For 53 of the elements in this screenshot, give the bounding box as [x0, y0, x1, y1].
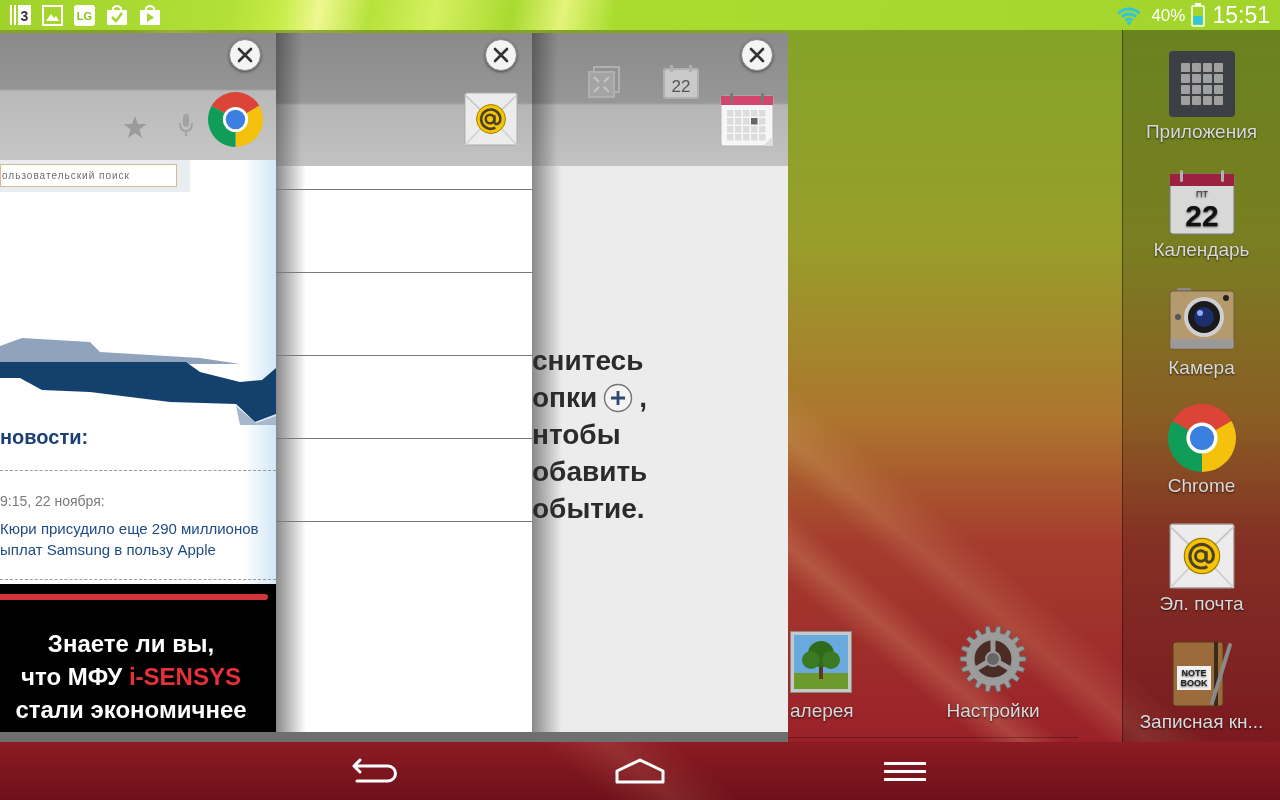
close-icon	[493, 47, 509, 63]
app-badge-icon: LG	[74, 4, 95, 26]
app-card[interactable]: ользовательский поиск новости: 9:15, 22 ноября: Кюри присудило еще 290 миллионов ыплат Samsung в пользу Apple Знаете ли вы, что МФУ i-SENSYS стали экономичнее	[0, 33, 276, 742]
ad-text: Знаете ли вы, что МФУ i-SENSYS стали экономичнее	[14, 629, 248, 725]
chrome-icon	[1167, 404, 1236, 472]
envelope-icon	[1168, 523, 1235, 589]
app-shortcut[interactable]: Эл. почта	[1124, 522, 1279, 616]
plus-circle-icon	[603, 382, 634, 413]
hint-text: обавить	[532, 455, 648, 489]
status-time: 15:51	[1212, 3, 1270, 27]
app-shortcut[interactable]: Настройки	[933, 625, 1053, 723]
picture-icon	[42, 4, 63, 26]
news-headline[interactable]: Кюри присудило еще 290 миллионов ыплат Samsung в пользу Apple	[0, 518, 276, 560]
calendar-date-icon: 22	[663, 65, 699, 99]
news-heading: новости:	[0, 425, 90, 450]
microphone-icon	[179, 113, 193, 137]
house-icon	[614, 758, 666, 784]
play-bag-icon	[139, 4, 161, 26]
collapse-icon	[587, 65, 621, 99]
close-button[interactable]	[229, 39, 261, 71]
chrome-icon	[208, 92, 263, 147]
camera-icon	[1168, 287, 1235, 353]
calendar-icon	[719, 92, 775, 148]
app-shortcut[interactable]: Камера	[1124, 286, 1279, 380]
app-shortcut[interactable]: NOTE BOOK Записная кн...	[1124, 640, 1279, 734]
ad-banner[interactable]: Знаете ли вы, что МФУ i-SENSYS стали экономичнее	[0, 584, 276, 732]
star-icon	[123, 115, 147, 139]
battery-icon	[1191, 3, 1206, 27]
app-shortcut[interactable]: алерея	[790, 631, 860, 723]
app-card[interactable]	[276, 33, 532, 742]
hint-text: опки	[532, 381, 598, 415]
battery-percent: 40%	[1151, 6, 1186, 24]
search-field: ользовательский поиск	[0, 164, 177, 187]
app-card[interactable]: 22 снитесь опки , нтобы обавить обытие.	[532, 33, 788, 742]
tree-picture-icon	[790, 631, 852, 693]
wifi-icon	[1116, 5, 1143, 25]
hint-text: снитесь	[532, 344, 644, 378]
close-button[interactable]	[741, 39, 773, 71]
close-icon	[749, 47, 765, 63]
bag-check-icon	[106, 4, 128, 26]
app-shortcut[interactable]: Chrome	[1124, 404, 1279, 498]
hint-text: ,	[639, 381, 648, 415]
hint-text: нтобы	[532, 418, 621, 452]
back-arrow-icon	[351, 758, 399, 784]
hint-text: обытие.	[532, 492, 645, 526]
news-date: 9:15, 22 ноября:	[0, 492, 106, 510]
gear-icon	[959, 625, 1027, 693]
close-button[interactable]	[485, 39, 517, 71]
envelope-icon	[464, 92, 518, 146]
app-shortcut[interactable]: ПТ 22 Календарь	[1124, 168, 1279, 262]
close-icon	[237, 47, 253, 63]
app-grid-icon	[1168, 51, 1235, 117]
menu-icon	[884, 760, 926, 782]
